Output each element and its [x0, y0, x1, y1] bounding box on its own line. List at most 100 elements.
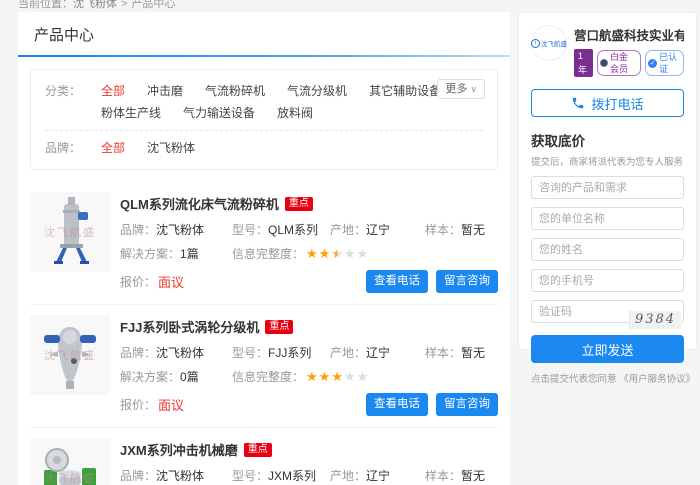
star-icon: ★: [319, 369, 331, 384]
product-meta-row: 品牌：沈飞粉体 型号：JXM系列 产地：辽宁 样本：暂无: [120, 469, 498, 483]
platinum-member-badge: 白金会员: [597, 50, 641, 76]
product-need-input[interactable]: [531, 176, 684, 199]
call-phone-button[interactable]: 拨打电话: [531, 89, 684, 117]
product-title-link[interactable]: FJJ系列卧式涡轮分级机: [120, 317, 259, 336]
page: 当前位置：沈飞粉体>产品中心 产品中心 分类： 全部 冲击磨 气流粉碎机 气流分…: [0, 0, 700, 485]
product-brand: 沈飞粉体: [156, 223, 204, 237]
company-badges: 1年 白金会员 ✓已认证: [574, 49, 684, 77]
captcha-row: 9384: [531, 300, 684, 323]
brand-filter-row: 品牌： 全部 沈飞粉体: [45, 130, 483, 165]
category-option-air-classifier[interactable]: 气流分级机: [287, 80, 347, 102]
company-name[interactable]: 营口航盛科技实业有限...: [574, 25, 684, 44]
product-solutions: 0篇: [180, 370, 199, 384]
product-model: FJJ系列: [268, 346, 311, 360]
view-phone-button[interactable]: 查看电话: [366, 270, 428, 293]
category-option-jet-mill[interactable]: 气流粉碎机: [205, 80, 265, 102]
breadcrumb-site-link[interactable]: 沈飞粉体: [73, 0, 117, 10]
hot-badge: 重点: [265, 320, 293, 334]
image-watermark: 沈飞航盛: [30, 470, 110, 485]
product-origin: 辽宁: [366, 469, 390, 483]
product-title-link[interactable]: QLM系列流化床气流粉碎机: [120, 194, 279, 213]
product-list: 沈飞航盛 QLM系列流化床气流粉碎机 重点 品牌：沈飞粉体 型号：QLM系列 产…: [18, 182, 510, 485]
product-origin: 辽宁: [366, 223, 390, 237]
product-meta-row2: 解决方案：1篇 信息完整度：★★★★★: [120, 247, 498, 261]
rating-stars: ★★★★★: [306, 247, 369, 261]
product-sample: 暂无: [461, 469, 485, 483]
product-row-fjj: 沈飞航盛 FJJ系列卧式涡轮分级机 重点 品牌：沈飞粉体 型号：FJJ系列 产地…: [30, 305, 498, 428]
submit-button[interactable]: 立即发送: [531, 335, 684, 363]
category-option-all[interactable]: 全部: [101, 80, 125, 102]
logo-mark-icon: i: [531, 39, 540, 48]
supplier-card: i 沈飞航盛 营口航盛科技实业有限... 1年 白金会员 ✓已认证 拨打电话 获…: [518, 12, 697, 350]
page-title: 产品中心: [18, 12, 510, 55]
star-icon: ★: [306, 369, 318, 384]
verified-badge: ✓已认证: [645, 50, 684, 76]
filter-box: 分类： 全部 冲击磨 气流粉碎机 气流分级机 其它辅助设备 粉体生产线 气力输送…: [30, 69, 498, 170]
company-header: i 沈飞航盛 营口航盛科技实业有限... 1年 白金会员 ✓已认证: [531, 25, 684, 77]
leave-message-button[interactable]: 留言咨询: [436, 270, 498, 293]
contact-name-input[interactable]: [531, 238, 684, 261]
product-body: JXM系列冲击机械磨 重点 品牌：沈飞粉体 型号：JXM系列 产地：辽宁 样本：…: [110, 438, 498, 485]
view-phone-button[interactable]: 查看电话: [366, 393, 428, 416]
product-sample: 暂无: [461, 223, 485, 237]
title-underline: [18, 55, 510, 57]
hot-badge: 重点: [244, 443, 272, 457]
company-name-input[interactable]: [531, 207, 684, 230]
company-logo: i 沈飞航盛: [531, 25, 567, 61]
product-image[interactable]: 沈飞航盛: [30, 438, 110, 485]
phone-number-input[interactable]: [531, 269, 684, 292]
image-watermark: 沈飞航盛: [30, 347, 110, 363]
logo-text: 沈飞航盛: [541, 38, 567, 48]
category-option-auxiliary[interactable]: 其它辅助设备: [369, 80, 441, 102]
captcha-image[interactable]: 9384: [629, 311, 681, 329]
product-body: QLM系列流化床气流粉碎机 重点 品牌：沈飞粉体 型号：QLM系列 产地：辽宁 …: [110, 192, 498, 293]
coin-icon: [600, 59, 608, 67]
user-agreement-link[interactable]: 《用户服务协议》: [619, 374, 695, 385]
star-icon: ★: [344, 246, 356, 261]
star-icon: ★: [319, 246, 331, 261]
leave-message-button[interactable]: 留言咨询: [436, 393, 498, 416]
brand-label: 品牌：: [45, 137, 101, 159]
product-row-jxm: 沈飞航盛 JXM系列冲击机械磨 重点 品牌：沈飞粉体 型号：JXM系列 产地：辽…: [30, 428, 498, 485]
star-icon: ★: [344, 369, 356, 384]
product-meta-row2: 解决方案：0篇 信息完整度：★★★★★: [120, 370, 498, 384]
products-panel: 产品中心 分类： 全部 冲击磨 气流粉碎机 气流分级机 其它辅助设备 粉体生产线…: [18, 12, 510, 485]
star-icon: ★: [306, 246, 318, 261]
product-sample: 暂无: [461, 346, 485, 360]
chevron-down-icon: ∨: [470, 84, 477, 94]
more-categories-button[interactable]: 更多∨: [437, 79, 485, 99]
phone-icon: [571, 96, 585, 110]
rating-stars: ★★★★★: [306, 370, 369, 384]
image-watermark: 沈飞航盛: [30, 224, 110, 240]
years-badge: 1年: [574, 49, 593, 77]
product-price: 面议: [158, 395, 184, 414]
product-image[interactable]: 沈飞航盛: [30, 192, 110, 272]
breadcrumb: 当前位置：沈飞粉体>产品中心: [18, 0, 175, 11]
star-icon: ★: [357, 369, 369, 384]
category-option-impact-mill[interactable]: 冲击磨: [147, 80, 183, 102]
hot-badge: 重点: [285, 197, 313, 211]
product-solutions: 1篇: [180, 247, 199, 261]
product-body: FJJ系列卧式涡轮分级机 重点 品牌：沈飞粉体 型号：FJJ系列 产地：辽宁 样…: [110, 315, 498, 416]
category-options: 全部 冲击磨 气流粉碎机 气流分级机 其它辅助设备 粉体生产线 气力输送设备 放…: [101, 80, 483, 124]
product-model: JXM系列: [268, 469, 316, 483]
brand-option-all[interactable]: 全部: [101, 137, 125, 159]
category-option-discharge-valve[interactable]: 放料阀: [277, 102, 313, 124]
star-icon: ★: [331, 246, 343, 261]
agreement-text: 点击提交代表您同意 《用户服务协议》: [531, 371, 684, 385]
product-image[interactable]: 沈飞航盛: [30, 315, 110, 395]
product-title-link[interactable]: JXM系列冲击机械磨: [120, 440, 238, 459]
product-brand: 沈飞粉体: [156, 346, 204, 360]
category-option-powder-line[interactable]: 粉体生产线: [101, 102, 161, 124]
breadcrumb-separator: >: [121, 0, 127, 10]
star-icon: ★: [331, 369, 343, 384]
brand-option-shenfei[interactable]: 沈飞粉体: [147, 137, 195, 159]
get-quote-subtitle: 提交后，商家将派代表为您专人服务: [531, 154, 684, 168]
product-model: QLM系列: [268, 223, 318, 237]
category-label: 分类：: [45, 80, 101, 124]
product-brand: 沈飞粉体: [156, 469, 204, 483]
star-icon: ★: [357, 246, 369, 261]
product-row-qlm: 沈飞航盛 QLM系列流化床气流粉碎机 重点 品牌：沈飞粉体 型号：QLM系列 产…: [30, 182, 498, 305]
category-option-pneumatic-conveying[interactable]: 气力输送设备: [183, 102, 255, 124]
check-icon: ✓: [648, 59, 657, 68]
